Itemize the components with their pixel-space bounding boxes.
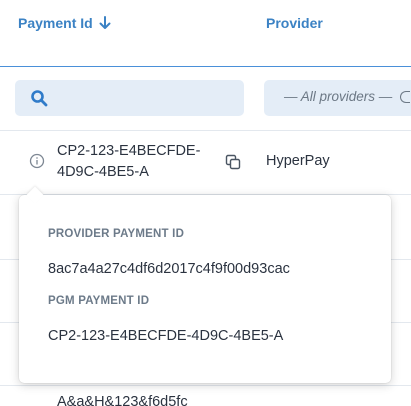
provider-cell: HyperPay <box>266 153 330 169</box>
table-header: Payment Id Provider <box>0 0 411 67</box>
payments-table: Payment Id Provider — All providers — CP… <box>0 0 411 406</box>
column-header-label: Provider <box>266 15 323 31</box>
search-icon <box>31 90 48 107</box>
search-input[interactable] <box>15 80 244 116</box>
filter-row: — All providers — <box>0 67 411 131</box>
payment-id-cell: A&a&H&123&f6d5fc <box>57 394 188 406</box>
pgm-payment-id-value: CP2-123-E4BECFDE-4D9C-4BE5-A <box>48 328 284 344</box>
provider-payment-id-value: 8ac7a4a27c4df6d2017c4f9f00d93cac <box>48 261 290 277</box>
payment-details-popover: PROVIDER PAYMENT ID 8ac7a4a27c4df6d2017c… <box>19 195 391 383</box>
info-icon[interactable] <box>29 153 45 169</box>
row-divider <box>0 385 411 386</box>
arrow-down-icon <box>99 16 111 29</box>
column-header-label: Payment Id <box>18 15 93 31</box>
clear-icon[interactable] <box>400 91 411 103</box>
provider-filter-select[interactable]: — All providers — <box>264 80 411 116</box>
column-header-provider[interactable]: Provider <box>266 15 323 31</box>
provider-filter-placeholder: — All providers — <box>284 89 393 104</box>
payment-id-cell: CP2-123-E4BECFDE-4D9C-4BE5-A <box>57 143 201 180</box>
copy-icon[interactable] <box>225 154 241 170</box>
provider-payment-id-label: PROVIDER PAYMENT ID <box>48 228 185 240</box>
table-row[interactable]: CP2-123-E4BECFDE-4D9C-4BE5-A HyperPay <box>0 131 411 195</box>
column-header-payment-id[interactable]: Payment Id <box>18 15 111 31</box>
pgm-payment-id-label: PGM PAYMENT ID <box>48 295 150 307</box>
